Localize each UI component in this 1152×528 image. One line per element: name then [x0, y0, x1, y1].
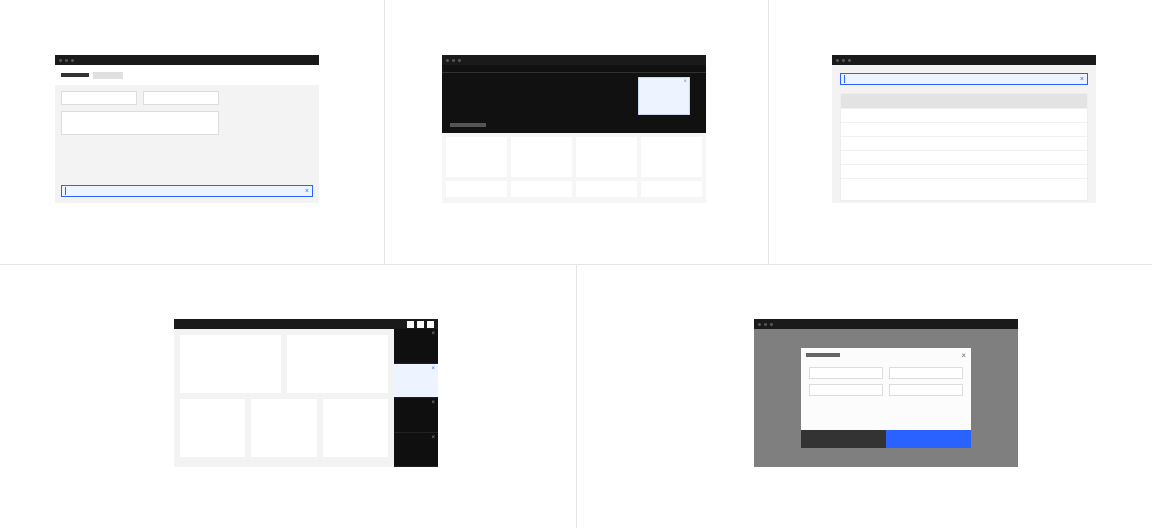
- gallery-tile[interactable]: [180, 399, 245, 457]
- card[interactable]: [446, 181, 507, 197]
- card-grid: [446, 137, 702, 199]
- textarea-input[interactable]: [61, 111, 219, 135]
- card[interactable]: [641, 181, 702, 197]
- primary-button[interactable]: [886, 430, 971, 448]
- toolbar: [55, 65, 319, 85]
- traffic-light-icon: [758, 323, 761, 326]
- dialog-body: [801, 362, 971, 430]
- text-caret-icon: [65, 187, 66, 195]
- list-header: [841, 94, 1087, 108]
- card[interactable]: [511, 181, 572, 197]
- search-input[interactable]: ×: [840, 73, 1088, 85]
- sidebar-tab-selected[interactable]: ×: [394, 364, 438, 399]
- window-control-icon[interactable]: [407, 321, 414, 328]
- traffic-light-icon: [764, 323, 767, 326]
- wireframe-gallery-sidebar: × × × ×: [174, 319, 438, 467]
- traffic-light-icon: [770, 323, 773, 326]
- list-item[interactable]: [841, 150, 1087, 164]
- close-icon[interactable]: ×: [683, 79, 687, 85]
- window-titlebar: [832, 55, 1096, 65]
- card[interactable]: [576, 181, 637, 197]
- window-body: ×: [55, 65, 319, 203]
- window-titlebar: [55, 55, 319, 65]
- popover-panel[interactable]: ×: [638, 77, 690, 115]
- right-tab-sidebar: × × × ×: [394, 329, 438, 467]
- hero-section: ×: [442, 73, 706, 133]
- traffic-light-icon: [71, 59, 74, 62]
- list-item[interactable]: [841, 108, 1087, 122]
- traffic-light-icon: [842, 59, 845, 62]
- list-item[interactable]: [841, 164, 1087, 178]
- dialog-header: ×: [801, 348, 971, 362]
- close-icon[interactable]: ×: [431, 435, 435, 441]
- card[interactable]: [511, 137, 572, 177]
- secondary-button[interactable]: [801, 430, 886, 448]
- wireframe-search-list: ×: [832, 55, 1096, 203]
- clear-icon[interactable]: ×: [1080, 76, 1084, 83]
- dialog: ×: [801, 348, 971, 448]
- clear-icon[interactable]: ×: [305, 188, 309, 195]
- card[interactable]: [641, 137, 702, 177]
- text-input[interactable]: [809, 384, 883, 396]
- nav-bar: [442, 65, 706, 73]
- gallery-grid: [174, 329, 394, 467]
- window-body: × × × ×: [174, 329, 438, 467]
- window-titlebar: [442, 55, 706, 65]
- sidebar-tab[interactable]: ×: [394, 329, 438, 364]
- traffic-light-icon: [65, 59, 68, 62]
- grid-divider: [576, 264, 577, 528]
- dialog-footer: [801, 430, 971, 448]
- close-icon[interactable]: ×: [431, 366, 435, 372]
- list-item[interactable]: [841, 122, 1087, 136]
- traffic-light-icon: [59, 59, 62, 62]
- dialog-title-placeholder: [806, 353, 840, 357]
- window-body: ×: [442, 65, 706, 203]
- traffic-light-icon: [452, 59, 455, 62]
- window-control-icon[interactable]: [417, 321, 424, 328]
- list-item[interactable]: [841, 136, 1087, 150]
- close-icon[interactable]: ×: [431, 400, 435, 406]
- modal-backdrop: ×: [754, 329, 1018, 467]
- gallery-tile[interactable]: [323, 399, 388, 457]
- wireframe-form-panel: ×: [55, 55, 319, 203]
- traffic-light-icon: [458, 59, 461, 62]
- gallery-tile[interactable]: [287, 335, 388, 393]
- list-item[interactable]: [841, 178, 1087, 192]
- card[interactable]: [446, 137, 507, 177]
- menu-selected-item[interactable]: [93, 72, 123, 79]
- gallery-tile[interactable]: [180, 335, 281, 393]
- gallery-tile[interactable]: [251, 399, 316, 457]
- sidebar-tab[interactable]: ×: [394, 398, 438, 433]
- window-titlebar: [754, 319, 1018, 329]
- wireframe-modal-dialog: ×: [754, 319, 1018, 467]
- text-input[interactable]: [889, 367, 963, 379]
- window-control-icon[interactable]: [427, 321, 434, 328]
- breadcrumb-segment[interactable]: [61, 73, 89, 77]
- sidebar-tab[interactable]: ×: [394, 433, 438, 468]
- focused-text-input[interactable]: ×: [61, 185, 313, 197]
- hero-heading-placeholder: [450, 123, 486, 127]
- traffic-light-icon: [848, 59, 851, 62]
- text-input[interactable]: [889, 384, 963, 396]
- close-icon[interactable]: ×: [431, 331, 435, 337]
- close-icon[interactable]: ×: [961, 351, 966, 360]
- text-input[interactable]: [61, 91, 137, 105]
- traffic-light-icon: [836, 59, 839, 62]
- grid-divider: [384, 0, 385, 264]
- grid-divider: [768, 0, 769, 264]
- card[interactable]: [576, 137, 637, 177]
- result-list: [840, 93, 1088, 201]
- text-caret-icon: [844, 75, 845, 83]
- wireframe-hero-popover: ×: [442, 55, 706, 203]
- traffic-light-icon: [446, 59, 449, 62]
- window-body: ×: [832, 65, 1096, 203]
- text-input[interactable]: [143, 91, 219, 105]
- window-titlebar: [174, 319, 438, 329]
- text-input[interactable]: [809, 367, 883, 379]
